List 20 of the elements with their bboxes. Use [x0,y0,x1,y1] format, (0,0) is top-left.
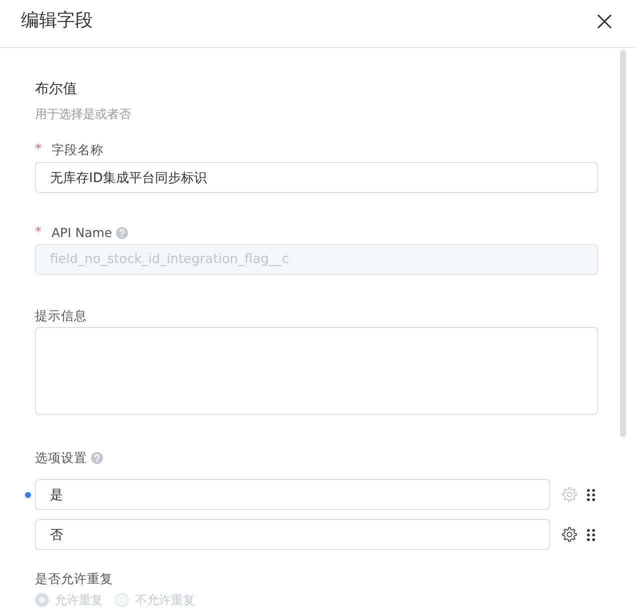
field-type-description: 用于选择是或者否 [35,106,131,122]
help-icon[interactable] [91,452,103,464]
option-input[interactable]: 是 [35,479,550,510]
drag-handle-icon[interactable] [587,488,595,500]
hint-textarea[interactable] [35,327,598,415]
drag-handle-icon[interactable] [587,528,595,540]
section-label: 是否允许重复 [35,570,113,588]
required-mark: * [35,141,42,159]
field-label: 提示信息 [35,307,87,325]
option-input[interactable]: 否 [35,519,550,550]
section-label: 选项设置 [35,449,87,467]
close-icon[interactable] [597,14,612,29]
field-type-name: 布尔值 [35,80,77,98]
field-label: API Name [52,224,112,242]
settings-icon[interactable] [562,527,577,542]
dialog-title: 编辑字段 [21,9,93,33]
required-mark: * [35,224,42,242]
text-input[interactable]: 无库存ID集成平台同步标识 [35,162,598,193]
field-label: 字段名称 [52,141,104,159]
scrollbar-thumb[interactable] [620,50,626,437]
